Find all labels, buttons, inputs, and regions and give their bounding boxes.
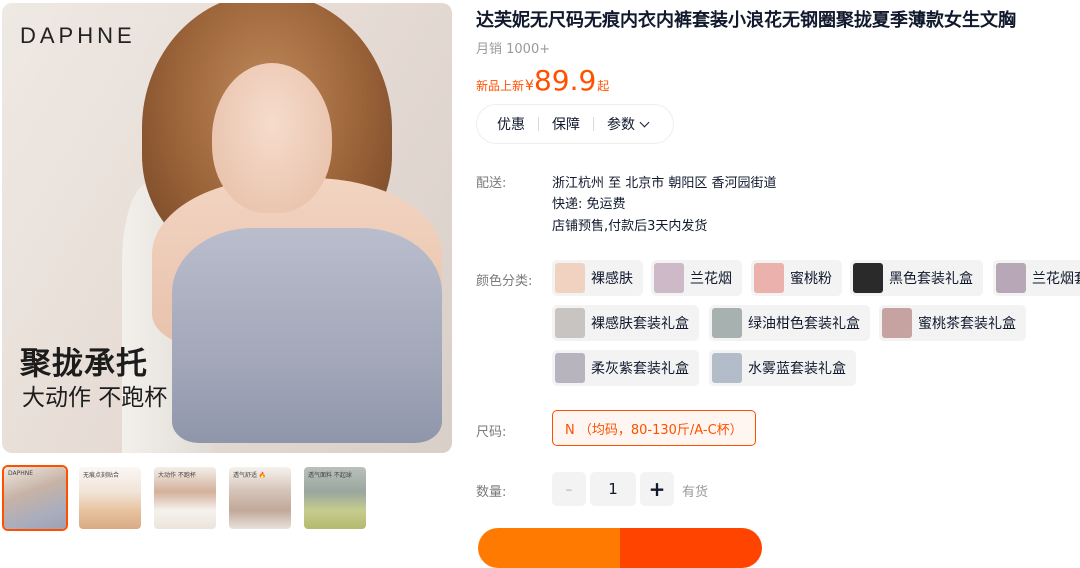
color-option-label: 绿油柑色套装礼盒 (748, 316, 860, 332)
monthly-sales: 月销 1000+ (476, 42, 551, 57)
add-to-cart-button[interactable] (478, 528, 620, 568)
color-option[interactable]: 柔灰紫套装礼盒 (552, 350, 699, 386)
tab-discounts[interactable]: 优惠 (497, 114, 525, 134)
color-option[interactable]: 兰花烟 (651, 260, 742, 296)
color-option-label: 蜜桃粉 (790, 271, 832, 287)
thumbnail-strip: DAPHNE 无痕点刻贴合 大动作 不跑杯 透气舒适 🔥 透气面料 不起球 (2, 465, 368, 531)
color-option[interactable]: 蜜桃茶套装礼盒 (879, 305, 1026, 341)
size-label: 尺码: (476, 425, 507, 440)
color-option[interactable]: 绿油柑色套装礼盒 (709, 305, 870, 341)
product-title: 达芙妮无尺码无痕内衣内裤套装小浪花无钢圈聚拢夏季薄款女生文胸 (476, 10, 1016, 31)
thumbnail-3[interactable]: 大动作 不跑杯 (152, 465, 218, 531)
info-tabs: 优惠 保障 参数 (476, 104, 674, 144)
shipping-route[interactable]: 浙江杭州 至 北京市 朝阳区 香河园街道 (552, 172, 777, 191)
slogan-main: 聚拢承托 (20, 346, 148, 382)
price-label: 新品上新 (476, 79, 525, 93)
thumbnail-1[interactable]: DAPHNE (2, 465, 68, 531)
tab-guarantee[interactable]: 保障 (552, 114, 580, 134)
color-option-label: 兰花烟套 (1032, 271, 1080, 287)
shipping-presale: 店铺预售,付款后3天内发货 (552, 219, 708, 234)
price-suffix: 起 (597, 79, 610, 93)
thumbnail-4[interactable]: 透气舒适 🔥 (227, 465, 293, 531)
price-value: 89.9 (533, 64, 597, 97)
color-option[interactable]: 裸感肤 (552, 260, 643, 296)
color-swatch (555, 263, 585, 293)
color-swatch (754, 263, 784, 293)
color-option[interactable]: 黑色套装礼盒 (850, 260, 983, 296)
color-swatch (654, 263, 684, 293)
color-option-label: 裸感肤 (591, 271, 633, 287)
color-option[interactable]: 蜜桃粉 (751, 260, 842, 296)
color-option-label: 黑色套装礼盒 (889, 271, 973, 287)
currency-symbol: ¥ (525, 78, 534, 94)
price-block: 新品上新 ¥ 89.9 起 (476, 64, 609, 97)
quantity-increase-button[interactable]: + (640, 472, 674, 506)
color-option-label: 柔灰紫套装礼盒 (591, 361, 689, 377)
purchase-buttons (478, 528, 762, 568)
buy-now-button[interactable] (620, 528, 762, 568)
thumbnail-2[interactable]: 无痕点刻贴合 (77, 465, 143, 531)
divider (538, 117, 539, 131)
thumbnail-caption: DAPHNE (8, 470, 34, 477)
quantity-label: 数量: (476, 485, 507, 500)
color-option[interactable]: 水雾蓝套装礼盒 (709, 350, 856, 386)
color-swatch (555, 353, 585, 383)
quantity-input[interactable]: 1 (590, 472, 636, 506)
model-face-graphic (212, 63, 332, 213)
color-swatch (555, 308, 585, 338)
chevron-down-icon (639, 117, 650, 128)
color-swatch (712, 353, 742, 383)
color-option-label: 水雾蓝套装礼盒 (748, 361, 846, 377)
quantity-decrease-button[interactable]: - (552, 472, 586, 506)
thumbnail-caption: 透气面料 不起球 (308, 472, 352, 479)
thumbnail-caption: 大动作 不跑杯 (158, 472, 196, 479)
color-label: 颜色分类: (476, 274, 533, 289)
divider (593, 117, 594, 131)
brand-logo: DAPHNE (20, 23, 136, 48)
color-option-label: 兰花烟 (690, 271, 732, 287)
color-option[interactable]: 兰花烟套 (993, 260, 1080, 296)
main-product-image[interactable]: DAPHNE 聚拢承托 大动作 不跑杯 (2, 3, 452, 453)
shipping-express: 快递: 免运费 (552, 197, 626, 212)
color-option-label: 裸感肤套装礼盒 (591, 316, 689, 332)
color-swatch (853, 263, 883, 293)
slogan-sub: 大动作 不跑杯 (22, 385, 168, 411)
stock-status: 有货 (682, 485, 709, 500)
tab-params[interactable]: 参数 (607, 114, 650, 134)
color-option[interactable]: 裸感肤套装礼盒 (552, 305, 699, 341)
tab-params-label: 参数 (607, 117, 635, 133)
shipping-label: 配送: (476, 176, 507, 191)
thumbnail-5[interactable]: 透气面料 不起球 (302, 465, 368, 531)
color-option-label: 蜜桃茶套装礼盒 (918, 316, 1016, 332)
color-swatch (996, 263, 1026, 293)
size-option-selected[interactable]: N （均码，80-130斤/A-C杯） (552, 410, 756, 446)
color-swatch (882, 308, 912, 338)
bra-graphic (172, 228, 442, 443)
color-swatch (712, 308, 742, 338)
thumbnail-caption: 透气舒适 🔥 (233, 472, 267, 479)
thumbnail-caption: 无痕点刻贴合 (83, 472, 120, 479)
